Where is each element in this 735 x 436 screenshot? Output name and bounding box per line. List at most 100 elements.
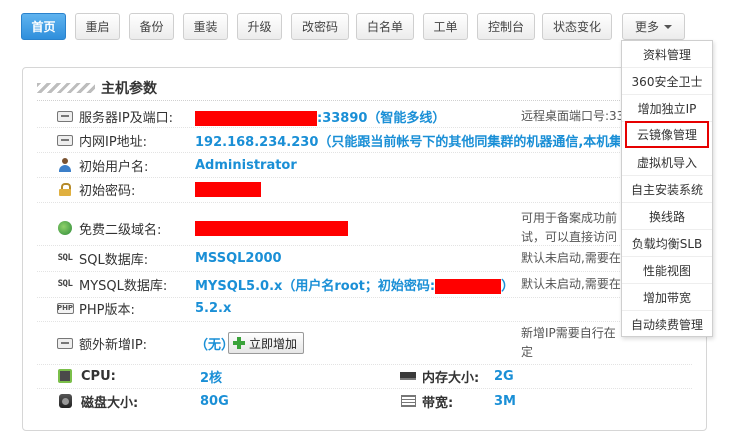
- init-password-row: 初始密码:: [23, 179, 708, 199]
- row-divider: [37, 245, 692, 246]
- mysql-db-value: MYSQL5.0.x（用户名root；初始密码:）: [195, 278, 515, 294]
- menu-item-slb[interactable]: 负载均衡SLB: [622, 230, 712, 257]
- ip-icon: [56, 133, 74, 147]
- caret-down-icon: [664, 24, 672, 29]
- php-value: 5.2.x: [195, 300, 232, 316]
- menu-item-self-install[interactable]: 自主安装系统: [622, 176, 712, 203]
- php-row: PHP PHP版本: 5.2.x: [23, 298, 708, 318]
- row-divider: [37, 127, 692, 128]
- row-divider: [37, 388, 692, 389]
- php-label: PHP版本:: [79, 302, 135, 318]
- free-domain-row: 免费二级域名: 可用于备案成功前 试，可以直接访问: [23, 208, 708, 248]
- free-domain-value: [195, 220, 348, 236]
- init-user-row: 初始用户名: Administrator: [23, 155, 708, 175]
- sql-db-row: SQL SQL数据库: MSSQL2000 默认未启动,需要在: [23, 248, 708, 268]
- server-ip-label: 服务器IP及端口:: [79, 110, 174, 126]
- intranet-ip-value: 192.168.234.230（只能跟当前帐号下的其他同集群的机器通信,本机集群…: [195, 134, 620, 150]
- ip-icon: [56, 336, 74, 350]
- menu-item-360-security[interactable]: 360安全卫士: [622, 68, 712, 95]
- cpu-icon: [56, 369, 74, 383]
- init-password-label: 初始密码:: [79, 183, 136, 199]
- lock-icon: [56, 182, 74, 196]
- redacted-password: [195, 181, 261, 197]
- init-user-value: Administrator: [195, 157, 297, 173]
- ticket-button[interactable]: 工单: [423, 13, 468, 40]
- menu-item-add-bandwidth[interactable]: 增加带宽: [622, 284, 712, 311]
- backup-button[interactable]: 备份: [129, 13, 174, 40]
- row-divider: [37, 177, 692, 178]
- globe-icon: [56, 221, 74, 235]
- menu-item-vm-import[interactable]: 虚拟机导入: [622, 149, 712, 176]
- memory-value: 2G: [494, 368, 514, 384]
- redacted-ip: [195, 110, 317, 126]
- row-divider: [37, 321, 692, 322]
- panel-header: 主机参数: [37, 78, 157, 98]
- row-divider: [37, 271, 692, 272]
- rdp-port-note: 远程桌面端口号:33: [521, 108, 625, 123]
- sql-db-note: 默认未启动,需要在: [521, 250, 621, 265]
- sql-icon: SQL: [57, 279, 73, 289]
- intranet-ip-row: 内网IP地址: 192.168.234.230（只能跟当前帐号下的其他同集群的机…: [23, 130, 708, 150]
- mysql-db-note: 默认未启动,需要在: [521, 276, 621, 291]
- disk-value: 80G: [200, 393, 229, 409]
- user-icon: [56, 158, 74, 172]
- upgrade-button[interactable]: 升级: [237, 13, 282, 40]
- mysql-db-label: MYSQL数据库:: [79, 278, 168, 294]
- row-divider: [37, 364, 692, 365]
- menu-item-switch-line[interactable]: 换线路: [622, 203, 712, 230]
- menu-item-add-ip[interactable]: 增加独立IP: [622, 95, 712, 122]
- sql-db-label: SQL数据库:: [79, 252, 149, 268]
- more-dropdown-button[interactable]: 更多: [622, 13, 685, 40]
- restart-button[interactable]: 重启: [75, 13, 120, 40]
- console-button[interactable]: 控制台: [477, 13, 535, 40]
- home-button[interactable]: 首页: [21, 13, 66, 40]
- change-password-button[interactable]: 改密码: [291, 13, 349, 40]
- free-domain-label: 免费二级域名:: [79, 222, 162, 238]
- server-ip-value: :33890（智能多线）: [195, 107, 445, 126]
- header-divider: [37, 100, 692, 101]
- cpu-value: 2核: [200, 370, 223, 386]
- sql-icon: SQL: [57, 253, 73, 263]
- add-ip-button[interactable]: 立即增加: [228, 332, 305, 354]
- panel-title: 主机参数: [101, 81, 157, 97]
- memory-label: 内存大小:: [422, 370, 480, 386]
- more-label: 更多: [634, 20, 659, 34]
- extra-ip-label: 额外新增IP:: [79, 337, 148, 353]
- bandwidth-value: 3M: [494, 393, 516, 409]
- disk-icon: [56, 394, 74, 408]
- bandwidth-icon: [399, 394, 417, 408]
- more-dropdown-menu: 资料管理 360安全卫士 增加独立IP 云镜像管理 虚拟机导入 自主安装系统 换…: [621, 40, 713, 337]
- extra-ip-note: 新增IP需要自行在 定: [521, 326, 616, 359]
- row-divider: [37, 202, 692, 203]
- memory-icon: [399, 369, 417, 383]
- init-password-value: [195, 181, 261, 197]
- whitelist-button[interactable]: 白名单: [356, 13, 414, 40]
- extra-ip-row: 额外新增IP: （无） 立即增加 新增IP需要自行在 定: [23, 323, 708, 363]
- header-stripe-decoration: [37, 83, 95, 93]
- row-divider: [37, 152, 692, 153]
- host-params-panel: 主机参数 服务器IP及端口: :33890（智能多线） 远程桌面端口号:33 内…: [22, 67, 707, 431]
- reinstall-button[interactable]: 重装: [183, 13, 228, 40]
- status-change-button[interactable]: 状态变化: [542, 13, 612, 40]
- disk-label: 磁盘大小:: [81, 395, 139, 411]
- menu-item-auto-renew[interactable]: 自动续费管理: [622, 311, 712, 338]
- free-domain-note: 可用于备案成功前 试，可以直接访问: [521, 211, 618, 244]
- menu-item-cloud-image[interactable]: 云镜像管理: [625, 121, 709, 148]
- menu-item-profile[interactable]: 资料管理: [622, 41, 712, 68]
- sql-db-value: MSSQL2000: [195, 250, 282, 266]
- init-user-label: 初始用户名:: [79, 159, 149, 175]
- redacted-domain: [195, 220, 348, 236]
- spec-row-cpu-memory: CPU: 2核 内存大小: 2G: [23, 366, 708, 386]
- add-ip-label: 立即增加: [249, 336, 298, 351]
- intranet-ip-label: 内网IP地址:: [79, 134, 148, 150]
- spec-row-disk-bandwidth: 磁盘大小: 80G 带宽: 3M: [23, 391, 708, 411]
- ip-icon: [56, 109, 74, 123]
- redacted-mysql-password: [435, 278, 502, 294]
- cpu-label: CPU:: [81, 368, 116, 384]
- mysql-db-row: SQL MYSQL数据库: MYSQL5.0.x（用户名root；初始密码:） …: [23, 274, 708, 294]
- menu-item-performance[interactable]: 性能视图: [622, 257, 712, 284]
- bandwidth-label: 带宽:: [422, 395, 454, 411]
- php-icon: PHP: [56, 302, 74, 314]
- plus-icon: [233, 337, 245, 349]
- server-ip-row: 服务器IP及端口: :33890（智能多线） 远程桌面端口号:33: [23, 106, 708, 126]
